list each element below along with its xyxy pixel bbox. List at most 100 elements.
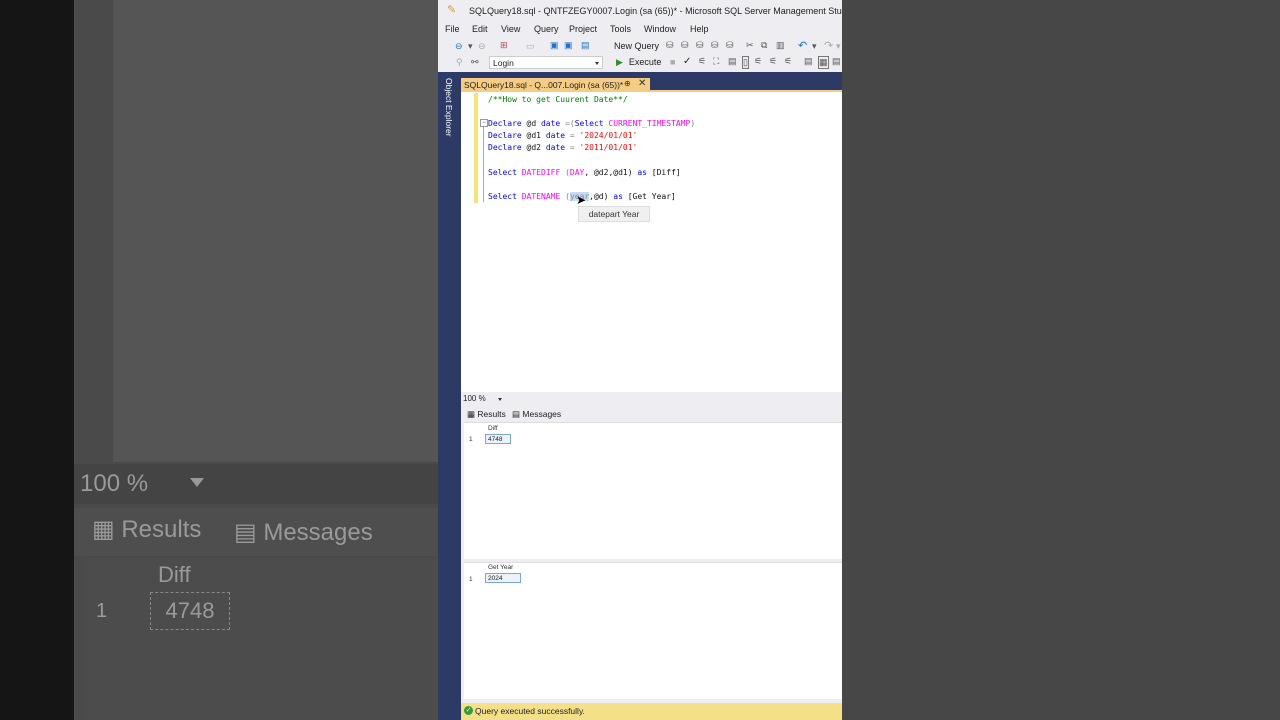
xmla-query-icon[interactable]: ⛁ — [711, 40, 719, 51]
mouse-pointer-icon: ➤ — [576, 193, 587, 207]
new-query-button[interactable]: New Query — [614, 41, 659, 51]
copy-icon[interactable]: ⧉ — [761, 40, 767, 51]
collapse-toggle-icon[interactable]: − — [480, 119, 488, 127]
keyword: Select — [488, 192, 517, 201]
keyword: Declare — [488, 131, 522, 140]
close-tab-icon[interactable]: ✕ — [638, 78, 646, 89]
keyword: as — [608, 192, 628, 201]
blur-pane-top — [113, 0, 438, 462]
intellisense-icon[interactable]: ▯ — [742, 56, 749, 69]
execute-button[interactable]: ▶ Execute — [616, 57, 661, 68]
redo-icon[interactable]: ↷ — [824, 39, 833, 52]
estimated-plan-icon[interactable]: ⚟ — [698, 56, 706, 67]
blur-results-label: Results — [121, 516, 202, 543]
zoom-caret-icon[interactable] — [498, 398, 502, 401]
grid-icon: ▦ — [467, 409, 476, 419]
dmx-query-icon[interactable]: ⛁ — [696, 40, 704, 51]
parse-checkmark-icon[interactable]: ✓ — [683, 56, 691, 67]
alias: [Diff] — [651, 168, 681, 177]
save-all-icon[interactable]: ▣ — [564, 40, 573, 51]
new-project-icon[interactable]: ⊞ — [500, 40, 508, 51]
code-line-declare-d: Declare @d date =(Select CURRENT_TIMESTA… — [488, 119, 695, 128]
menu-project[interactable]: Project — [569, 24, 597, 34]
function: DATEDIFF — [521, 168, 561, 177]
keyword: Declare — [488, 119, 522, 128]
menu-tools[interactable]: Tools — [610, 24, 631, 34]
dropdown-arrow-icon[interactable]: ▾ — [468, 41, 473, 52]
redo-dropdown-icon[interactable]: ▾ — [836, 41, 841, 52]
pin-icon[interactable]: ⊕ — [624, 79, 631, 88]
keyword: as — [632, 168, 652, 177]
paren: ) — [690, 119, 696, 128]
code-line-declare-d1: Declare @d1 date = '2024/01/01' — [488, 131, 637, 140]
save-icon[interactable]: ▣ — [550, 40, 559, 51]
live-stats-icon[interactable]: ⚟ — [769, 56, 777, 67]
results-to-text-icon[interactable]: ▤ — [804, 56, 813, 67]
stop-icon[interactable]: ■ — [670, 57, 675, 67]
tab-messages[interactable]: ▤ Messages — [512, 409, 561, 420]
undo-dropdown-icon[interactable]: ▾ — [812, 41, 817, 52]
outline-line — [483, 122, 484, 202]
grid-1-column-header[interactable]: Diff — [488, 425, 498, 432]
connect-icon[interactable]: ⚲ — [456, 57, 463, 68]
mdx-query-icon[interactable]: ⛁ — [681, 40, 689, 51]
background-right — [842, 0, 1280, 720]
results-to-icon[interactable]: ▤ — [728, 56, 737, 67]
grid-2-cell[interactable]: 2024 — [485, 573, 521, 583]
keyword: Select — [488, 168, 517, 177]
change-connection-icon[interactable]: ⚯ — [471, 57, 479, 68]
comment-text: /**How to get Cuurent Date**/ — [488, 95, 628, 104]
ssms-app-icon: ✎ — [447, 4, 457, 16]
paste-icon[interactable]: ▥ — [776, 40, 785, 51]
grid-1-cell[interactable]: 4748 — [485, 434, 511, 444]
menu-window[interactable]: Window — [644, 24, 676, 34]
operator: = — [565, 143, 580, 152]
paren: ( — [560, 192, 570, 201]
blur-cell: 4748 — [150, 592, 230, 630]
results-to-grid-icon[interactable]: ▦ — [818, 56, 829, 69]
client-stats-icon[interactable]: ⚟ — [784, 56, 792, 67]
code-line-datediff: Select DATEDIFF (DAY, @d2,@d1) as [Diff] — [488, 168, 681, 177]
new-query-icon[interactable]: ▤ — [581, 40, 590, 51]
menu-edit[interactable]: Edit — [472, 24, 488, 34]
zoom-level[interactable]: 100 % — [463, 394, 486, 403]
menu-help[interactable]: Help — [690, 24, 709, 34]
grid-1-row-number[interactable]: 1 — [469, 436, 473, 443]
query-designer-icon[interactable]: ⛶ — [713, 56, 719, 67]
db-engine-query-icon[interactable]: ⛁ — [666, 40, 674, 51]
paren: ( — [560, 168, 570, 177]
type: date — [545, 131, 566, 140]
tab-results[interactable]: ▦ Results — [467, 409, 506, 420]
type: date — [545, 143, 566, 152]
dax-query-icon[interactable]: ⛁ — [726, 40, 734, 51]
grid-2-row-number[interactable]: 1 — [469, 576, 473, 583]
operator: = — [565, 131, 580, 140]
document-tab-label: SQLQuery18.sql - Q...007.Login (sa (65))… — [464, 80, 624, 90]
blur-row-number: 1 — [96, 600, 108, 622]
forward-icon[interactable]: ⊖ — [478, 41, 486, 52]
operator: =( — [560, 119, 575, 128]
blur-zoom-caret-icon — [190, 478, 204, 487]
grid-2-column-header[interactable]: Get Year — [488, 564, 513, 571]
dark-strip — [0, 0, 74, 720]
blur-zoom-text: 100 % — [80, 470, 149, 497]
datepart-arg: DAY — [569, 168, 585, 177]
string-literal: '2011/01/01' — [579, 143, 638, 152]
menu-file[interactable]: File — [445, 24, 460, 34]
execute-label: Execute — [628, 57, 662, 67]
cut-icon[interactable]: ✂ — [746, 40, 754, 51]
include-plan-icon[interactable]: ⚟ — [754, 56, 762, 67]
back-icon[interactable]: ⊖ — [455, 41, 463, 52]
database-select[interactable]: Login — [489, 56, 603, 69]
object-explorer-tab[interactable]: Object Explorer — [444, 78, 454, 137]
keyword: Select — [574, 119, 609, 128]
database-select-value: Login — [493, 58, 514, 68]
results-to-file-icon[interactable]: ▤ — [832, 56, 841, 67]
window-title: SQLQuery18.sql - QNTFZEGY0007.Login (sa … — [469, 6, 842, 16]
undo-icon[interactable]: ↶ — [798, 39, 807, 52]
function: CURRENT_TIMESTAMP — [608, 119, 691, 128]
status-text: Query executed successfully. — [475, 706, 585, 716]
menu-view[interactable]: View — [501, 24, 520, 34]
open-file-icon[interactable]: ▭ — [526, 41, 535, 52]
menu-query[interactable]: Query — [534, 24, 559, 34]
